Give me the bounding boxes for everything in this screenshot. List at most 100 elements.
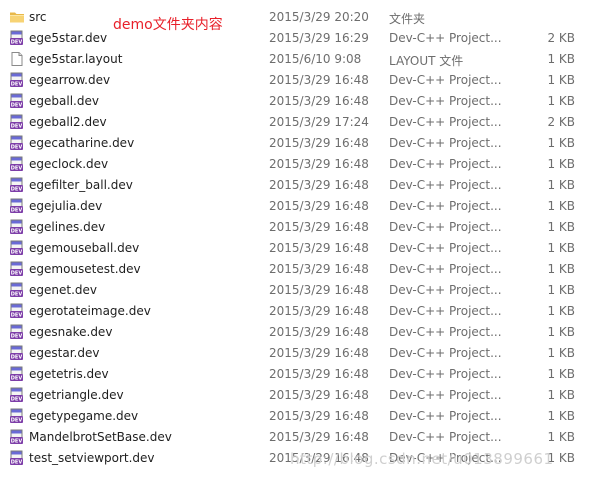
file-row[interactable]: ege5star.layout 2015/6/10 9:08 LAYOUT 文件… xyxy=(0,49,609,70)
file-type: Dev-C++ Project... xyxy=(389,283,502,297)
file-date-modified: 2015/3/29 16:48 xyxy=(269,283,369,297)
file-date-modified: 2015/3/29 17:24 xyxy=(269,115,369,129)
file-date-modified: 2015/3/29 16:48 xyxy=(269,94,369,108)
svg-text:DEV: DEV xyxy=(11,250,23,256)
file-type: Dev-C++ Project... xyxy=(389,367,502,381)
svg-text:DEV: DEV xyxy=(11,271,23,277)
annotation-label: demo文件夹内容 xyxy=(113,17,223,33)
file-list: src 2015/3/29 20:20 文件夹 DEV ege5star.dev… xyxy=(0,7,609,469)
devcpp-project-icon: DEV xyxy=(9,30,25,46)
file-row[interactable]: DEV egemouseball.dev 2015/3/29 16:48 Dev… xyxy=(0,238,609,259)
file-row[interactable]: DEV egejulia.dev 2015/3/29 16:48 Dev-C++… xyxy=(0,196,609,217)
file-row[interactable]: src 2015/3/29 20:20 文件夹 xyxy=(0,7,609,28)
file-row[interactable]: DEV egesnake.dev 2015/3/29 16:48 Dev-C++… xyxy=(0,322,609,343)
file-row[interactable]: DEV egemousetest.dev 2015/3/29 16:48 Dev… xyxy=(0,259,609,280)
file-type: Dev-C++ Project... xyxy=(389,409,502,423)
file-date-modified: 2015/3/29 16:48 xyxy=(269,220,369,234)
file-size: 1 KB xyxy=(547,220,575,234)
file-row[interactable]: DEV egerotateimage.dev 2015/3/29 16:48 D… xyxy=(0,301,609,322)
file-row[interactable]: DEV egenet.dev 2015/3/29 16:48 Dev-C++ P… xyxy=(0,280,609,301)
document-icon xyxy=(9,51,25,67)
file-date-modified: 2015/3/29 16:48 xyxy=(269,325,369,339)
file-date-modified: 2015/3/29 16:48 xyxy=(269,199,369,213)
devcpp-project-icon: DEV xyxy=(9,72,25,88)
file-type: Dev-C++ Project... xyxy=(389,157,502,171)
file-name: egeclock.dev xyxy=(29,157,109,171)
file-row[interactable]: DEV egeball2.dev 2015/3/29 17:24 Dev-C++… xyxy=(0,112,609,133)
file-name: egearrow.dev xyxy=(29,73,111,87)
file-name: egesnake.dev xyxy=(29,325,113,339)
svg-text:DEV: DEV xyxy=(11,313,23,319)
file-type: Dev-C++ Project... xyxy=(389,388,502,402)
file-row[interactable]: DEV egefilter_ball.dev 2015/3/29 16:48 D… xyxy=(0,175,609,196)
file-name: egenet.dev xyxy=(29,283,97,297)
devcpp-project-icon: DEV xyxy=(9,408,25,424)
svg-text:DEV: DEV xyxy=(11,439,23,445)
file-name: egecatharine.dev xyxy=(29,136,135,150)
file-type: Dev-C++ Project... xyxy=(389,199,502,213)
file-row[interactable]: DEV egetetris.dev 2015/3/29 16:48 Dev-C+… xyxy=(0,364,609,385)
file-row[interactable]: DEV egetypegame.dev 2015/3/29 16:48 Dev-… xyxy=(0,406,609,427)
svg-text:DEV: DEV xyxy=(11,376,23,382)
devcpp-project-icon: DEV xyxy=(9,261,25,277)
file-size: 1 KB xyxy=(547,283,575,297)
devcpp-project-icon: DEV xyxy=(9,240,25,256)
file-type: Dev-C++ Project... xyxy=(389,136,502,150)
devcpp-project-icon: DEV xyxy=(9,177,25,193)
file-size: 1 KB xyxy=(547,136,575,150)
file-size: 1 KB xyxy=(547,430,575,444)
file-row[interactable]: DEV egestar.dev 2015/3/29 16:48 Dev-C++ … xyxy=(0,343,609,364)
file-type: Dev-C++ Project... xyxy=(389,430,502,444)
file-row[interactable]: DEV MandelbrotSetBase.dev 2015/3/29 16:4… xyxy=(0,427,609,448)
file-name: egefilter_ball.dev xyxy=(29,178,133,192)
file-row[interactable]: DEV egetriangle.dev 2015/3/29 16:48 Dev-… xyxy=(0,385,609,406)
file-size: 2 KB xyxy=(547,31,575,45)
file-date-modified: 2015/3/29 16:48 xyxy=(269,262,369,276)
file-name: ege5star.layout xyxy=(29,52,123,66)
file-size: 1 KB xyxy=(547,325,575,339)
file-date-modified: 2015/3/29 16:48 xyxy=(269,241,369,255)
file-date-modified: 2015/3/29 16:48 xyxy=(269,304,369,318)
svg-text:DEV: DEV xyxy=(11,82,23,88)
file-size: 1 KB xyxy=(547,52,575,66)
svg-text:DEV: DEV xyxy=(11,460,23,466)
svg-text:DEV: DEV xyxy=(11,355,23,361)
devcpp-project-icon: DEV xyxy=(9,93,25,109)
file-type: Dev-C++ Project... xyxy=(389,94,502,108)
file-date-modified: 2015/3/29 16:48 xyxy=(269,157,369,171)
svg-text:DEV: DEV xyxy=(11,103,23,109)
svg-text:DEV: DEV xyxy=(11,208,23,214)
svg-text:DEV: DEV xyxy=(11,334,23,340)
file-size: 1 KB xyxy=(547,178,575,192)
file-row[interactable]: DEV ege5star.dev 2015/3/29 16:29 Dev-C++… xyxy=(0,28,609,49)
file-date-modified: 2015/3/29 16:48 xyxy=(269,73,369,87)
file-date-modified: 2015/3/29 16:48 xyxy=(269,178,369,192)
file-row[interactable]: DEV egelines.dev 2015/3/29 16:48 Dev-C++… xyxy=(0,217,609,238)
file-type: Dev-C++ Project... xyxy=(389,220,502,234)
svg-text:DEV: DEV xyxy=(11,418,23,424)
file-size: 1 KB xyxy=(547,346,575,360)
file-date-modified: 2015/3/29 16:48 xyxy=(269,409,369,423)
svg-text:DEV: DEV xyxy=(11,292,23,298)
devcpp-project-icon: DEV xyxy=(9,366,25,382)
file-row[interactable]: DEV egecatharine.dev 2015/3/29 16:48 Dev… xyxy=(0,133,609,154)
svg-text:DEV: DEV xyxy=(11,229,23,235)
file-date-modified: 2015/6/10 9:08 xyxy=(269,52,362,66)
svg-text:DEV: DEV xyxy=(11,187,23,193)
devcpp-project-icon: DEV xyxy=(9,135,25,151)
file-date-modified: 2015/3/29 16:48 xyxy=(269,388,369,402)
file-name: egerotateimage.dev xyxy=(29,304,151,318)
file-name: egeball.dev xyxy=(29,94,99,108)
file-size: 2 KB xyxy=(547,115,575,129)
file-size: 1 KB xyxy=(547,388,575,402)
file-row[interactable]: DEV egearrow.dev 2015/3/29 16:48 Dev-C++… xyxy=(0,70,609,91)
svg-text:DEV: DEV xyxy=(11,166,23,172)
devcpp-project-icon: DEV xyxy=(9,198,25,214)
file-name: egemouseball.dev xyxy=(29,241,140,255)
file-row[interactable]: DEV egeclock.dev 2015/3/29 16:48 Dev-C++… xyxy=(0,154,609,175)
devcpp-project-icon: DEV xyxy=(9,387,25,403)
file-type: Dev-C++ Project... xyxy=(389,325,502,339)
file-date-modified: 2015/3/29 16:48 xyxy=(269,430,369,444)
file-name: src xyxy=(29,10,47,24)
file-row[interactable]: DEV egeball.dev 2015/3/29 16:48 Dev-C++ … xyxy=(0,91,609,112)
